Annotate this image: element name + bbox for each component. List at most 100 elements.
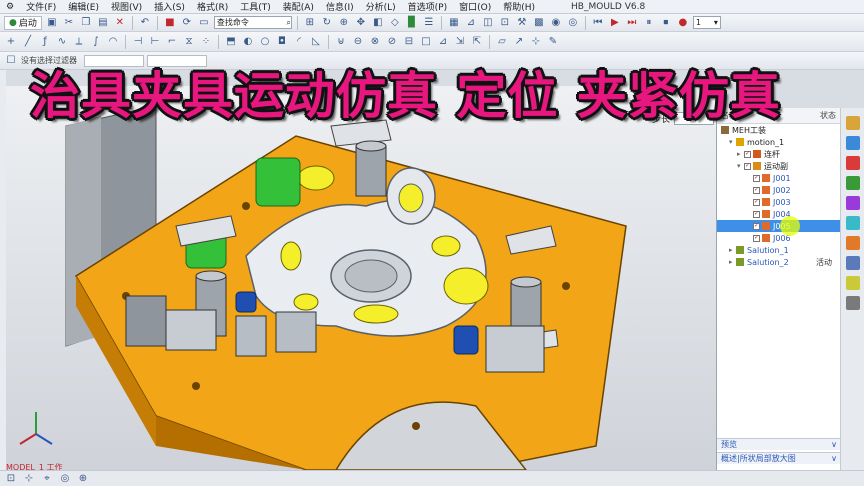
tree-row[interactable]: ▸ Salution_1 (717, 244, 840, 256)
visibility-checkbox[interactable]: ✓ (753, 198, 760, 206)
move-face-icon[interactable]: ⇲ (453, 35, 467, 49)
visibility-checkbox[interactable]: ✓ (744, 150, 751, 158)
delete-icon[interactable]: ✕ (113, 16, 127, 30)
extrude-icon[interactable]: ⬒ (224, 35, 238, 49)
menu-file[interactable]: 文件(F) (20, 0, 62, 13)
unite-icon[interactable]: ⊎ (334, 35, 348, 49)
trim-icon[interactable]: ⊣ (131, 35, 145, 49)
grid-icon[interactable]: ▩ (532, 16, 546, 30)
render-icon[interactable]: ◉ (549, 16, 563, 30)
collapse-icon[interactable]: ▾ (729, 138, 736, 146)
cut-icon[interactable]: ✂ (62, 16, 76, 30)
tree-row[interactable]: ▸ Salution_2 活动 (717, 256, 840, 268)
reuse-library-icon[interactable] (845, 196, 860, 210)
tree-row[interactable]: ✓ J003 (717, 196, 840, 208)
expand-icon[interactable]: ▸ (729, 246, 736, 254)
boss-icon[interactable]: ◘ (275, 35, 289, 49)
split-icon[interactable]: ⊟ (402, 35, 416, 49)
datum-axis-icon[interactable]: ↗ (512, 35, 526, 49)
start-button[interactable]: ● 启动 (4, 15, 42, 30)
sketch-icon[interactable]: ✎ (546, 35, 560, 49)
fit-view-icon[interactable]: ⊞ (303, 16, 317, 30)
menu-help[interactable]: 帮助(H) (497, 0, 541, 13)
datum-plane-icon[interactable]: ▱ (495, 35, 509, 49)
tree-row[interactable]: ▾ ✓ 运动副 (717, 160, 840, 172)
csys-icon[interactable]: ⊹ (529, 35, 543, 49)
wireframe-icon[interactable]: ◇ (388, 16, 402, 30)
draft-icon[interactable]: ⊿ (436, 35, 450, 49)
visibility-checkbox[interactable]: ✓ (753, 234, 760, 242)
offset-face-icon[interactable]: ⇱ (470, 35, 484, 49)
tree-row-selected[interactable]: ✓ J005 (717, 220, 840, 232)
collapse-icon[interactable]: ▾ (737, 162, 744, 170)
app-logo-icon[interactable]: ⚙ (0, 2, 20, 12)
extend-icon[interactable]: ⊢ (148, 35, 162, 49)
copy-icon[interactable]: ❐ (79, 16, 93, 30)
line-icon[interactable]: ╱ (21, 35, 35, 49)
stop-icon[interactable]: ■ (163, 16, 177, 30)
paste-icon[interactable]: ▤ (96, 16, 110, 30)
color-icon[interactable]: ▉ (405, 16, 419, 30)
snap-point-icon[interactable]: ⊡ (4, 472, 18, 486)
menu-info[interactable]: 信息(I) (320, 0, 360, 13)
part-navigator-icon[interactable] (845, 116, 860, 130)
constraint-navigator-icon[interactable] (845, 156, 860, 170)
visibility-checkbox[interactable]: ✓ (753, 186, 760, 194)
details-section[interactable]: 概述|所状局部放大图 ∨ (717, 452, 841, 464)
corner-icon[interactable]: ⌐ (165, 35, 179, 49)
arc-icon[interactable]: ◠ (106, 35, 120, 49)
play-icon[interactable]: ▶ (608, 16, 622, 30)
tools-icon[interactable]: ⚒ (515, 16, 529, 30)
roles-icon[interactable] (845, 296, 860, 310)
hole-icon[interactable]: ○ (258, 35, 272, 49)
shaded-icon[interactable]: ◧ (371, 16, 385, 30)
pan-icon[interactable]: ✥ (354, 16, 368, 30)
pattern-icon[interactable]: ⁘ (199, 35, 213, 49)
rotate-icon[interactable]: ↻ (320, 16, 334, 30)
section-icon[interactable]: ◫ (481, 16, 495, 30)
menu-window[interactable]: 窗口(O) (453, 0, 497, 13)
visibility-checkbox[interactable]: ✓ (753, 174, 760, 182)
analysis-icon[interactable]: ⊡ (498, 16, 512, 30)
snap-quadrant-icon[interactable]: ⊕ (76, 472, 90, 486)
visibility-checkbox[interactable]: ✓ (753, 222, 760, 230)
revolve-icon[interactable]: ◐ (241, 35, 255, 49)
subtract-icon[interactable]: ⊖ (351, 35, 365, 49)
graphics-viewport[interactable] (6, 86, 716, 470)
pause-icon[interactable]: ⏸ (642, 16, 656, 30)
menu-edit[interactable]: 编辑(E) (62, 0, 105, 13)
save-icon[interactable]: ▣ (45, 16, 59, 30)
offset-icon[interactable]: ⟂ (72, 35, 86, 49)
column-status-header[interactable]: 状态 (820, 110, 836, 121)
history-icon[interactable] (845, 216, 860, 230)
menu-format[interactable]: 格式(R) (191, 0, 234, 13)
page-select[interactable]: 1 ▾ (692, 16, 721, 29)
mirror-icon[interactable]: ⧖ (182, 35, 196, 49)
expand-icon[interactable]: ▸ (737, 150, 744, 158)
expand-icon[interactable]: ▸ (729, 258, 736, 266)
edge-blend-icon[interactable]: ◜ (292, 35, 306, 49)
system-materials-icon[interactable] (845, 236, 860, 250)
assembly-navigator-icon[interactable] (845, 136, 860, 150)
menu-view[interactable]: 视图(V) (105, 0, 148, 13)
web-browser-icon[interactable] (845, 256, 860, 270)
window-icon[interactable]: ▭ (197, 16, 211, 30)
table-icon[interactable]: ▦ (447, 16, 461, 30)
preview-section[interactable]: 预览 ∨ (717, 438, 841, 450)
snap-mid-icon[interactable]: ⌖ (40, 472, 54, 486)
menu-tools[interactable]: 工具(T) (234, 0, 277, 13)
function-icon[interactable]: ƒ (38, 35, 52, 49)
repeat-command-icon[interactable]: ⟳ (180, 16, 194, 30)
tree-row[interactable]: ✓ J002 (717, 184, 840, 196)
record-icon[interactable]: ● (676, 16, 690, 30)
tree-row[interactable]: ▾ motion_1 (717, 136, 840, 148)
rewind-icon[interactable]: ⏮ (591, 16, 605, 30)
measure-icon[interactable]: ⊿ (464, 16, 478, 30)
stop-playback-icon[interactable]: ⏹ (659, 16, 673, 30)
trim-body-icon[interactable]: ⊘ (385, 35, 399, 49)
visibility-checkbox[interactable]: ✓ (744, 162, 751, 170)
tree-row[interactable]: ✓ J004 (717, 208, 840, 220)
menu-insert[interactable]: 插入(S) (148, 0, 191, 13)
tree-row[interactable]: ▸ ✓ 连杆 (717, 148, 840, 160)
intersect-icon[interactable]: ⊗ (368, 35, 382, 49)
